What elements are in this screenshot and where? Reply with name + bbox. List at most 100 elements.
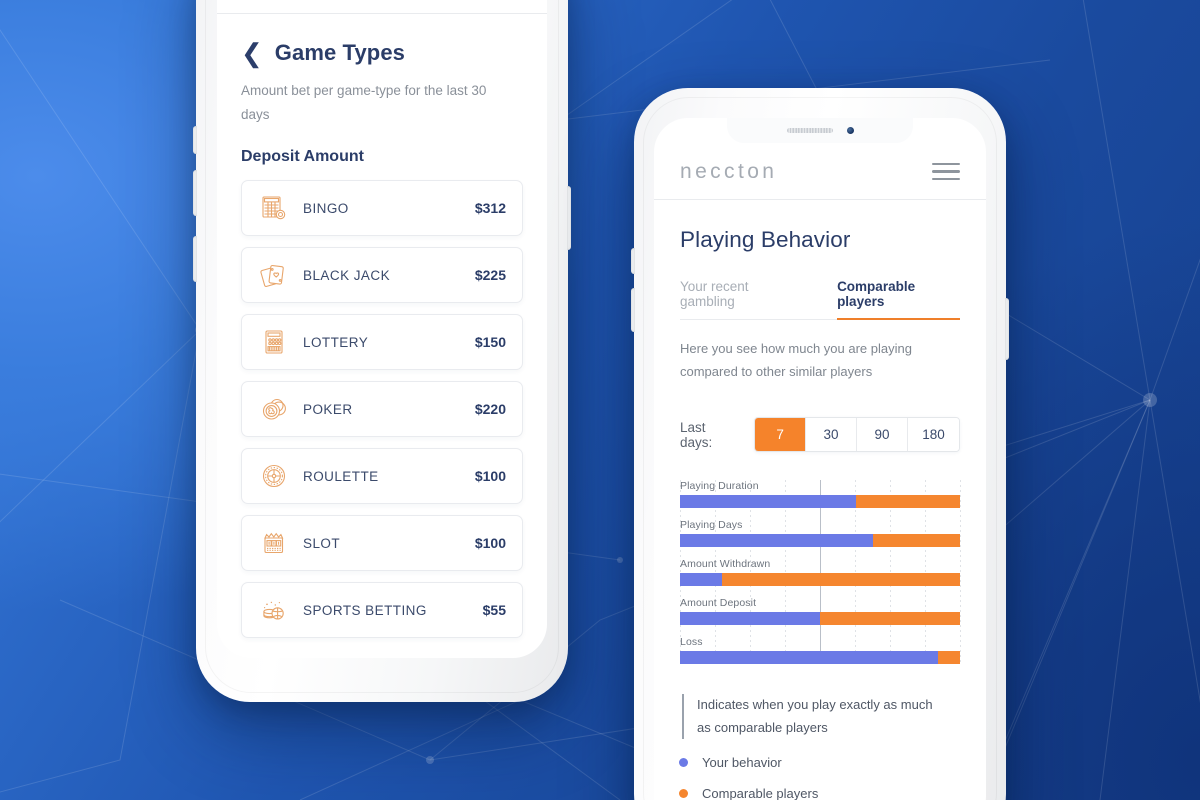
phone-right-screen: neccton Playing Behavior Your recent gam…: [654, 118, 986, 800]
page-subtitle: Amount bet per game-type for the last 30…: [241, 83, 487, 122]
tab-your-recent-gambling[interactable]: Your recent gambling: [680, 279, 801, 319]
game-name: BINGO: [303, 200, 349, 216]
game-name: POKER: [303, 401, 353, 417]
game-value: $220: [474, 401, 506, 418]
days-segmented-control: 7 30 90 180: [754, 417, 960, 453]
poker-chips-icon: [255, 395, 293, 423]
chart-segment-your-behavior: [680, 495, 857, 509]
chart-gridline: [960, 480, 961, 665]
game-value: $100: [474, 468, 506, 485]
list-item[interactable]: ROULETTE $100: [241, 448, 523, 505]
game-value: $225: [474, 267, 506, 284]
game-value: $312: [474, 200, 506, 217]
phone-right-notch: [727, 118, 913, 143]
legend-note-text: Indicates when you play exactly as much …: [697, 697, 933, 735]
chevron-left-icon[interactable]: ❮: [241, 40, 263, 66]
phone-left: neccton ❮ Game Types Amount bet per game…: [193, 0, 571, 702]
chart-row-label: Playing Days: [680, 519, 743, 532]
list-item[interactable]: LOTTERY $150: [241, 314, 523, 371]
right-app-header: neccton: [654, 144, 986, 200]
brand-logo: neccton: [680, 159, 778, 183]
game-value: $55: [482, 602, 506, 619]
volume-up-button[interactable]: [631, 248, 635, 274]
chart-legend: Indicates when you play exactly as much …: [679, 694, 960, 800]
legend-reference-note: Indicates when you play exactly as much …: [680, 694, 960, 739]
days-option-180[interactable]: 180: [908, 418, 959, 452]
chart-row-loss: Loss: [680, 636, 960, 665]
chart-row-playing-days: Playing Days: [680, 519, 960, 548]
last-days-selector: Last days: 7 30 90 180: [680, 417, 960, 453]
legend-label: Your behavior: [702, 754, 782, 770]
lottery-ticket-icon: [255, 328, 293, 356]
power-button[interactable]: [567, 186, 571, 250]
days-option-90[interactable]: 90: [857, 418, 909, 452]
game-name: LOTTERY: [303, 334, 369, 350]
chart-row-label: Amount Withdrawn: [680, 558, 771, 571]
background: [0, 0, 1200, 800]
network-graph-decoration: [0, 0, 1200, 800]
sports-betting-icon: [255, 596, 293, 624]
chart-segment-your-behavior: [680, 573, 722, 587]
left-app-header: neccton: [217, 0, 547, 14]
earpiece-speaker-icon: [786, 127, 833, 133]
chart-segment-comparable-players: [937, 651, 960, 665]
mute-switch[interactable]: [193, 236, 197, 282]
page-title-row: ❮ Game Types: [241, 40, 523, 66]
list-item[interactable]: SPORTS BETTING $55: [241, 582, 523, 639]
list-item[interactable]: SLOT $100: [241, 515, 523, 572]
list-item[interactable]: BLACK JACK $225: [241, 247, 523, 304]
playing-cards-icon: [255, 261, 293, 289]
volume-down-button[interactable]: [631, 288, 635, 332]
bingo-card-icon: [255, 194, 293, 222]
chart-row-playing-duration: Playing Duration: [680, 480, 960, 509]
chart-segment-comparable-players: [856, 495, 960, 509]
days-option-30[interactable]: 30: [806, 418, 858, 452]
volume-up-button[interactable]: [193, 126, 197, 154]
chart-segment-comparable-players: [873, 534, 960, 548]
phone-left-screen: neccton ❮ Game Types Amount bet per game…: [217, 0, 547, 658]
page-title: Playing Behavior: [680, 227, 851, 252]
legend-item-comparable-players: Comparable players: [679, 785, 960, 800]
legend-dot-your-behavior: [679, 757, 688, 767]
legend-label: Comparable players: [702, 785, 819, 800]
chart-bar: [680, 651, 960, 665]
section-title: Deposit Amount: [241, 148, 364, 166]
reference-line-marker: [682, 694, 684, 739]
chart-bar: [680, 534, 960, 548]
slot-machine-icon: [255, 529, 293, 557]
tab-description: Here you see how much you are playing co…: [680, 341, 912, 380]
chart-row-label: Loss: [680, 636, 703, 649]
hamburger-menu-icon[interactable]: [932, 162, 960, 181]
chart-segment-comparable-players: [722, 573, 960, 587]
chart-segment-your-behavior: [680, 651, 938, 665]
right-content: Playing Behavior Your recent gambling Co…: [654, 227, 986, 800]
chart-bar: [680, 612, 960, 626]
legend-item-your-behavior: Your behavior: [679, 754, 960, 770]
last-days-label: Last days:: [680, 419, 713, 450]
days-option-7[interactable]: 7: [755, 418, 807, 452]
phone-right: neccton Playing Behavior Your recent gam…: [631, 88, 1009, 800]
chart-segment-comparable-players: [820, 612, 960, 626]
chart-row-label: Playing Duration: [680, 480, 759, 493]
game-name: SPORTS BETTING: [303, 602, 427, 618]
game-value: $150: [474, 334, 506, 351]
game-types-list: BINGO $312 BLACK JACK $225 LOTTERY $150 …: [241, 180, 523, 639]
power-button[interactable]: [1005, 298, 1009, 360]
left-content: ❮ Game Types Amount bet per game-type fo…: [217, 40, 547, 639]
game-value: $100: [474, 535, 506, 552]
list-item[interactable]: BINGO $312: [241, 180, 523, 237]
roulette-wheel-icon: [255, 462, 293, 490]
list-item[interactable]: POKER $220: [241, 381, 523, 438]
tab-comparable-players[interactable]: Comparable players: [837, 279, 960, 320]
chart-bar: [680, 495, 960, 509]
volume-down-button[interactable]: [193, 170, 197, 216]
game-name: SLOT: [303, 535, 341, 551]
front-camera-icon: [846, 126, 854, 134]
tab-bar: Your recent gambling Comparable players: [680, 279, 960, 320]
game-name: BLACK JACK: [303, 267, 391, 283]
chart-row-amount-withdrawn: Amount Withdrawn: [680, 558, 960, 587]
page-title: Game Types: [274, 40, 406, 65]
chart-segment-your-behavior: [680, 534, 874, 548]
chart-row-amount-deposit: Amount Deposit: [680, 597, 960, 626]
chart-segment-your-behavior: [680, 612, 820, 626]
